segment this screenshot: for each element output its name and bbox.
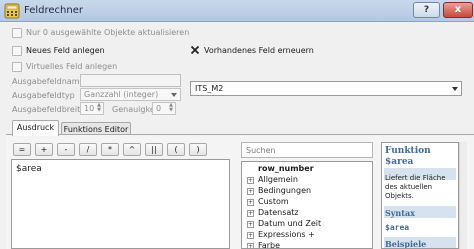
expand-plus-icon[interactable]: + (247, 188, 254, 195)
tree-item-label: Custom (258, 197, 289, 206)
help-function-name: $area (385, 157, 414, 167)
operator-power-button[interactable]: ^ (123, 143, 141, 156)
operator-multiply-button[interactable]: * (101, 143, 119, 156)
tree-item-label: row_number (258, 164, 314, 173)
field-name-input[interactable] (80, 74, 181, 87)
function-help-panel: Funktion $area Liefert die Fläche des ak… (381, 142, 459, 249)
tree-item-expressions-plus[interactable]: + Expressions + (242, 230, 372, 241)
expand-plus-icon[interactable]: + (247, 232, 254, 239)
expand-plus-icon[interactable]: + (247, 243, 254, 248)
tree-item-custom[interactable]: + Custom (242, 197, 372, 208)
expand-plus-icon[interactable]: + (247, 199, 254, 206)
operator-divide-button[interactable]: / (79, 143, 97, 156)
field-width-value: 10 (84, 104, 95, 113)
new-field-label: Neues Feld anlegen (26, 46, 105, 55)
field-type-label: Ausgabefeldtyp (12, 91, 75, 100)
update-existing-label: Vorhandenes Feld erneuern (204, 46, 314, 55)
tree-item-label: Expressions + (258, 230, 315, 239)
help-description: Liefert die Fläche des aktuellen Objekts… (385, 174, 446, 200)
tree-item-date-time[interactable]: + Datum und Zeit (242, 219, 372, 230)
new-field-checkbox[interactable] (12, 46, 22, 56)
precision-spinbox[interactable]: 0 ▲ ▼ (152, 102, 176, 115)
update-existing-checkbox[interactable] (190, 45, 200, 55)
expand-plus-icon[interactable]: + (247, 177, 254, 184)
operator-concat-button[interactable]: || (145, 143, 163, 156)
window-title: Feldrechner (24, 5, 83, 16)
expand-plus-icon[interactable]: + (247, 210, 254, 217)
tree-item-record[interactable]: + Datensatz (242, 208, 372, 219)
help-button[interactable]: ? (413, 2, 440, 18)
tree-item-label: Farbe (258, 241, 281, 249)
search-placeholder: Suchen (246, 146, 276, 155)
help-scrollbar[interactable] (459, 142, 467, 249)
operator-open-paren-button[interactable]: ( (167, 143, 185, 156)
field-width-label: Ausgabefeldbreite (12, 105, 86, 114)
existing-field-select[interactable]: ITS_M2 (190, 81, 462, 96)
help-examples-heading: Beispiele (385, 239, 427, 249)
function-tree[interactable]: row_number + Allgemein + Bedingungen + C… (241, 161, 373, 249)
field-width-spinbox[interactable]: 10 ▲ ▼ (80, 102, 104, 115)
operator-close-paren-button[interactable]: ) (189, 143, 207, 156)
help-heading: Funktion (385, 146, 431, 156)
spin-arrows-icon: ▲ ▼ (97, 102, 101, 113)
tree-item-color[interactable]: + Farbe (242, 241, 372, 249)
function-search-input[interactable]: Suchen (241, 142, 373, 158)
tree-item-label: Datum und Zeit (258, 219, 322, 228)
tree-item-row-number[interactable]: row_number (242, 164, 372, 175)
field-type-select[interactable]: Ganzzahl (integer) (80, 88, 181, 101)
tab-expression[interactable]: Ausdruck (12, 120, 59, 136)
help-syntax: $area (385, 223, 410, 232)
tree-item-general[interactable]: + Allgemein (242, 175, 372, 186)
field-type-value: Ganzzahl (integer) (84, 90, 159, 99)
expression-text: $area (16, 164, 42, 174)
calculator-icon (4, 3, 20, 19)
tree-item-label: Allgemein (258, 175, 298, 184)
operator-equals-button[interactable]: = (13, 143, 31, 156)
chevron-down-icon (452, 87, 458, 91)
existing-field-value: ITS_M2 (195, 84, 224, 93)
tree-item-conditions[interactable]: + Bedingungen (242, 186, 372, 197)
precision-value: 0 (156, 104, 162, 113)
tree-item-label: Bedingungen (258, 186, 312, 195)
close-button[interactable]: x (443, 2, 473, 18)
tree-item-label: Datensatz (258, 208, 299, 217)
operator-plus-button[interactable]: + (35, 143, 53, 156)
expression-editor[interactable]: $area (11, 159, 230, 249)
expand-plus-icon[interactable]: + (247, 221, 254, 228)
spin-arrows-icon: ▲ ▼ (169, 102, 173, 113)
chevron-down-icon (171, 93, 177, 97)
virtual-field-checkbox[interactable] (12, 62, 22, 72)
only-selected-label: Nur 0 ausgewählte Objekte aktualisieren (26, 28, 190, 37)
field-name-label: Ausgabefeldname (12, 77, 85, 86)
operator-minus-button[interactable]: - (57, 143, 75, 156)
only-selected-checkbox[interactable] (12, 28, 22, 38)
virtual-field-label: Virtuelles Feld anlegen (26, 62, 118, 71)
help-syntax-heading: Syntax (385, 208, 415, 218)
